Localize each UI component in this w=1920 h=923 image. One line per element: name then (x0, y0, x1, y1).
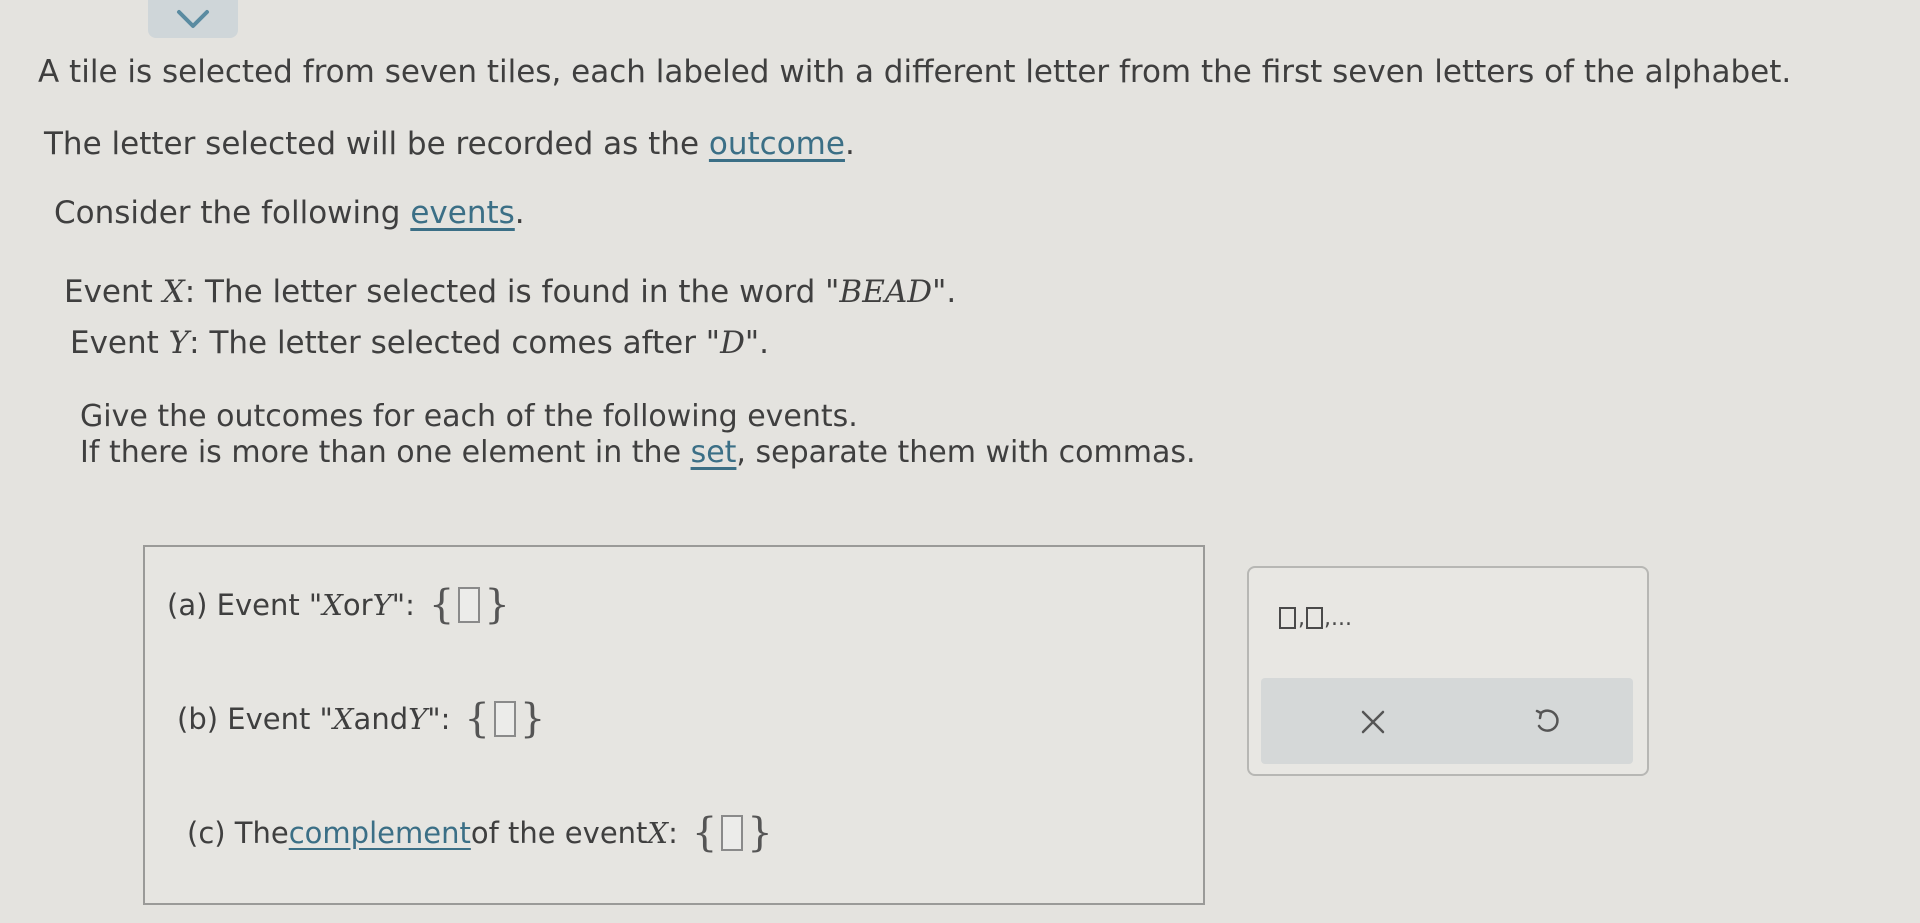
undo-icon (1535, 709, 1559, 732)
clear-button[interactable] (1349, 698, 1397, 746)
event-x-var: X (162, 274, 185, 310)
part-a-answer-input[interactable]: {} (429, 585, 510, 625)
part-c: (c) The complement of the event X: {} (187, 810, 773, 856)
event-x-definition: Event X: The letter selected is found in… (64, 274, 957, 310)
part-c-answer-slot[interactable] (721, 815, 744, 851)
toolbar-actions (1261, 678, 1633, 764)
part-b-answer-slot[interactable] (493, 701, 516, 737)
instructions-line-2: If there is more than one element in the… (80, 435, 1196, 470)
event-y-var: Y (168, 325, 190, 361)
event-x-word: BEAD (839, 274, 933, 310)
problem-intro: A tile is selected from seven tiles, eac… (38, 52, 1791, 92)
set-template-icon: , (1279, 606, 1324, 631)
set-link[interactable]: set (691, 435, 737, 470)
clear-x-icon (1361, 710, 1385, 734)
answer-panel: (a) Event " X or Y ": {} (b) Event " X and … (143, 545, 1205, 905)
complement-link[interactable]: complement (289, 813, 471, 853)
consider-sentence: Consider the following events. (54, 195, 525, 231)
outcome-sentence: The letter selected will be recorded as … (44, 126, 855, 162)
event-y-word: D (720, 325, 745, 361)
set-template-button[interactable]: , ,... (1279, 598, 1352, 638)
part-c-answer-input[interactable]: {} (692, 813, 773, 853)
collapse-toggle[interactable] (148, 0, 238, 38)
part-a: (a) Event " X or Y ": {} (167, 582, 510, 628)
instructions: Give the outcomes for each of the follow… (80, 399, 1196, 471)
part-b: (b) Event " X and Y ": {} (177, 696, 546, 742)
undo-button[interactable] (1523, 698, 1571, 746)
event-y-definition: Event Y: The letter selected comes after… (70, 325, 770, 361)
set-template-label: ,... (1324, 605, 1352, 631)
outcome-link[interactable]: outcome (709, 126, 845, 162)
events-link[interactable]: events (410, 195, 514, 231)
part-a-answer-slot[interactable] (458, 587, 481, 623)
math-toolbar: , ,... (1247, 566, 1649, 776)
intro-line-1: A tile is selected from seven tiles, eac… (38, 54, 1792, 90)
chevron-down-icon (177, 10, 209, 28)
instructions-line-1: Give the outcomes for each of the follow… (80, 399, 858, 434)
part-b-answer-input[interactable]: {} (464, 699, 545, 739)
